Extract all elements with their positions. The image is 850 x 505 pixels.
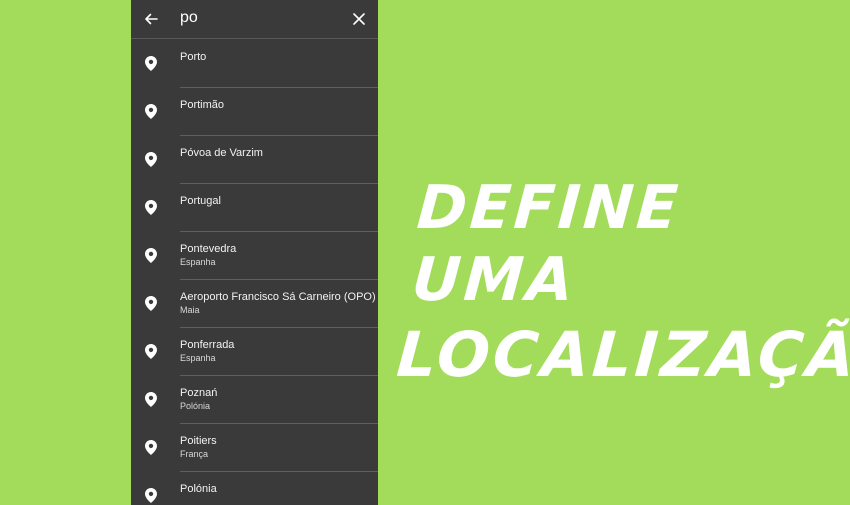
headline-line-1: DEFINE UMA: [409, 173, 684, 315]
result-title: Aeroporto Francisco Sá Carneiro (OPO): [180, 291, 376, 303]
list-item[interactable]: Póvoa de Varzim: [131, 136, 378, 184]
location-pin-icon: [145, 440, 157, 455]
location-pin-icon: [145, 104, 157, 119]
result-title: Póvoa de Varzim: [180, 147, 263, 159]
result-title: Polónia: [180, 483, 217, 495]
result-title: Ponferrada: [180, 339, 235, 351]
result-subtitle: Espanha: [180, 353, 216, 363]
list-item[interactable]: Polónia: [131, 472, 378, 505]
search-bar: [131, 0, 378, 39]
list-item[interactable]: Porto: [131, 40, 378, 88]
result-subtitle: Polónia: [180, 401, 211, 411]
list-item[interactable]: Pontevedra Espanha: [131, 232, 378, 280]
location-pin-icon: [145, 488, 157, 503]
headline-line-2: LOCALIZAÇÃO: [394, 318, 850, 391]
list-item[interactable]: Ponferrada Espanha: [131, 328, 378, 376]
arrow-left-icon[interactable]: [143, 11, 159, 27]
list-item[interactable]: Portimão: [131, 88, 378, 136]
location-pin-icon: [145, 248, 157, 263]
location-pin-icon: [145, 152, 157, 167]
result-title: Poznań: [180, 387, 218, 399]
list-item[interactable]: Aeroporto Francisco Sá Carneiro (OPO) Ma…: [131, 280, 378, 328]
list-item[interactable]: Poitiers França: [131, 424, 378, 472]
result-subtitle: França: [180, 449, 209, 459]
result-title: Porto: [180, 51, 207, 63]
close-icon[interactable]: [352, 12, 366, 26]
headline: DEFINE UMA LOCALIZAÇÃO: [394, 172, 850, 394]
result-subtitle: Maia: [180, 305, 200, 315]
search-panel: Porto Portimão Póvoa de Varzim Portugal …: [131, 0, 378, 505]
result-title: Portugal: [180, 195, 221, 207]
location-pin-icon: [145, 56, 157, 71]
location-pin-icon: [145, 200, 157, 215]
result-subtitle: Espanha: [180, 257, 216, 267]
result-title: Portimão: [180, 99, 225, 111]
location-pin-icon: [145, 344, 157, 359]
result-title: Poitiers: [180, 435, 217, 447]
location-pin-icon: [145, 296, 157, 311]
list-item[interactable]: Poznań Polónia: [131, 376, 378, 424]
list-item[interactable]: Portugal: [131, 184, 378, 232]
location-pin-icon: [145, 392, 157, 407]
results-list: Porto Portimão Póvoa de Varzim Portugal …: [131, 40, 378, 505]
result-title: Pontevedra: [180, 243, 237, 255]
search-input[interactable]: [180, 9, 340, 27]
